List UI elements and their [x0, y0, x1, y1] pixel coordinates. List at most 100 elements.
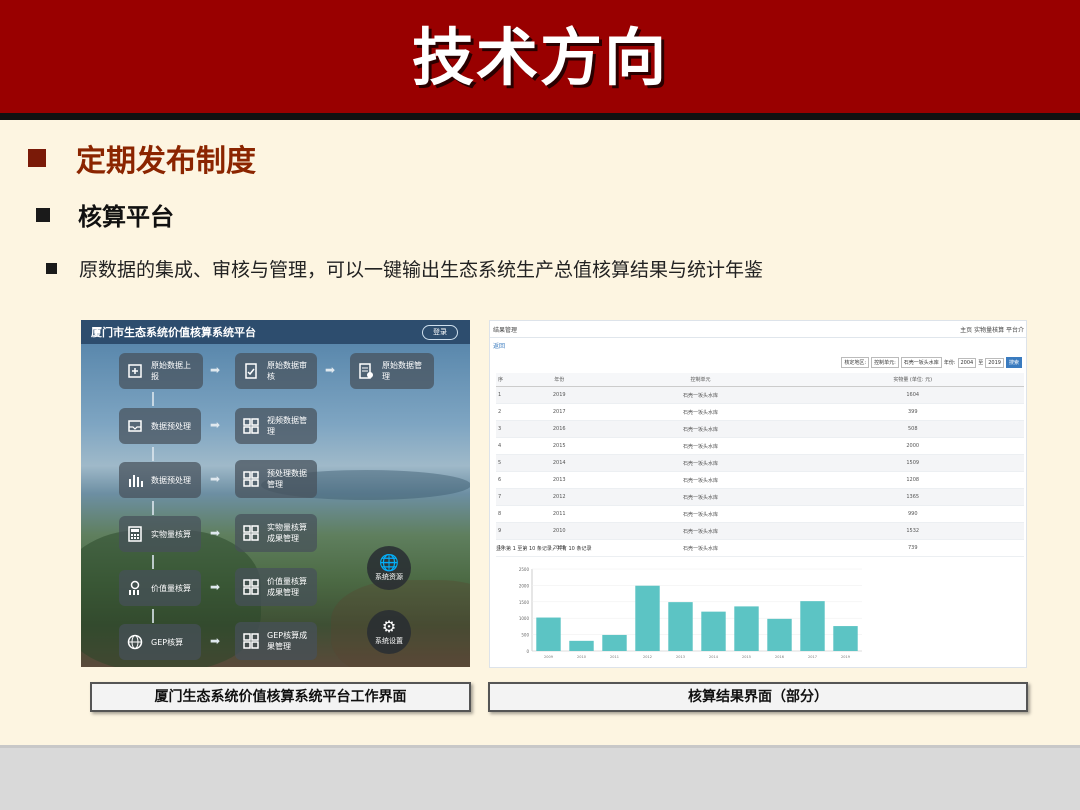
x-tick-label: 2009 — [544, 655, 553, 659]
module-label: 原始数据审核 — [267, 361, 307, 381]
module-label: 价值量核算成果管理 — [267, 577, 307, 597]
bar — [602, 634, 627, 651]
bar — [668, 602, 693, 651]
login-button[interactable]: 登录 — [422, 325, 458, 340]
bar — [569, 640, 594, 651]
y-tick-label: 2500 — [519, 567, 530, 572]
col-physical[interactable]: 实物量 (单位: 元) — [801, 373, 1024, 387]
table-cell: 2019 — [519, 386, 600, 404]
x-tick-label: 2017 — [808, 655, 817, 659]
col-unit[interactable]: 控制单元 — [599, 373, 802, 387]
square-bullet-icon — [28, 149, 46, 167]
caption-left: 厦门生态系统价值核算系统平台工作界面 — [90, 682, 471, 712]
document-settings-icon — [356, 361, 376, 381]
module-preprocessed-manage[interactable]: 预处理数据管理 — [235, 460, 317, 498]
table-cell: 石壳一坂头水库 — [599, 488, 802, 506]
table-row[interactable]: 9 2010 石壳一坂头水库 1532 — [496, 522, 1024, 540]
y-tick-label: 1000 — [519, 616, 530, 621]
table-cell: 石壳一坂头水库 — [599, 471, 802, 489]
table-cell: 1532 — [801, 522, 1024, 540]
module-physical-result[interactable]: 实物量核算成果管理 — [235, 514, 317, 552]
filter-year-label: 年份: — [943, 360, 956, 366]
module-gep-result[interactable]: GEP核算成果管理 — [235, 622, 317, 660]
table-cell: 1208 — [801, 471, 1024, 489]
table-cell: 1 — [496, 386, 519, 404]
slide: 技术方向 定期发布制度 核算平台 原数据的集成、审核与管理，可以一键输出生态系统… — [0, 0, 1080, 745]
table-row[interactable]: 4 2015 石壳一坂头水库 2000 — [496, 437, 1024, 455]
bar — [767, 618, 792, 651]
bar — [800, 601, 825, 651]
module-raw-review[interactable]: 原始数据审核 — [235, 353, 317, 389]
x-tick-label: 2010 — [577, 655, 586, 659]
search-button[interactable]: 搜索 — [1005, 357, 1022, 368]
table-cell: 399 — [801, 403, 1024, 421]
filter-region[interactable]: 核定地区: — [841, 357, 870, 368]
table-row[interactable]: 7 2012 石壳一坂头水库 1365 — [496, 488, 1024, 506]
back-link[interactable]: 返回 — [493, 341, 505, 350]
bullet-level1-text: 定期发布制度 — [76, 144, 256, 179]
x-tick-label: 2019 — [841, 655, 850, 659]
table-cell: 石壳一坂头水库 — [599, 386, 802, 404]
module-gep-calc[interactable]: GEP核算 — [119, 624, 201, 660]
system-settings-button[interactable]: ⚙ 系统设置 — [367, 610, 411, 654]
system-resource-button[interactable]: 🌐 系统资源 — [367, 546, 411, 590]
money-bag-icon — [125, 578, 145, 598]
module-value-calc[interactable]: 价值量核算 — [119, 570, 201, 606]
arrow-right-icon: ➡ — [325, 363, 336, 377]
table-cell: 2014 — [519, 454, 600, 472]
arrow-right-icon: ➡ — [210, 580, 221, 594]
square-bullet-icon — [46, 263, 57, 274]
module-visual-data[interactable]: 视频数据管理 — [235, 408, 317, 444]
table-cell: 石壳一坂头水库 — [599, 420, 802, 438]
table-cell: 7 — [496, 488, 519, 506]
module-raw-manage[interactable]: 原始数据管理 — [350, 353, 434, 389]
x-tick-label: 2011 — [610, 655, 619, 659]
review-icon — [241, 361, 261, 381]
globe-icon — [125, 632, 145, 652]
module-data-prep[interactable]: 数据预处理 — [119, 408, 201, 444]
title-bar: 技术方向 — [0, 0, 1080, 113]
result-topbar-nav[interactable]: 主页 实物量核算 平台介 — [960, 325, 1024, 334]
arrow-down — [152, 555, 154, 569]
table-row[interactable]: 1 2019 石壳一坂头水库 1604 — [496, 386, 1024, 404]
table-row[interactable]: 6 2013 石壳一坂头水库 1208 — [496, 471, 1024, 489]
col-index[interactable]: 序 — [496, 373, 519, 387]
filter-year-to[interactable]: 2019 — [985, 357, 1004, 368]
module-physical-calc[interactable]: 实物量核算 — [119, 516, 201, 552]
bar — [701, 611, 726, 651]
grid-icon — [241, 523, 261, 543]
module-label: GEP核算成果管理 — [267, 631, 308, 651]
bullet-level2-text: 核算平台 — [78, 203, 174, 231]
arrow-right-icon: ➡ — [210, 634, 221, 648]
table-row[interactable]: 5 2014 石壳一坂头水库 1509 — [496, 454, 1024, 472]
module-label: 原始数据管理 — [382, 361, 422, 381]
table-cell: 石壳一坂头水库 — [599, 403, 802, 421]
module-value-result[interactable]: 价值量核算成果管理 — [235, 568, 317, 606]
filter-unit-select[interactable]: 石壳一坂头水库 — [900, 357, 942, 368]
table-row[interactable]: 3 2016 石壳一坂头水库 508 — [496, 420, 1024, 438]
arrow-right-icon: ➡ — [210, 526, 221, 540]
table-cell: 2000 — [801, 437, 1024, 455]
y-tick-label: 0 — [526, 649, 529, 654]
module-label: 视频数据管理 — [267, 416, 307, 436]
module-data-preprocess[interactable]: 数据预处理 — [119, 462, 201, 498]
arrow-down — [152, 447, 154, 461]
title-divider — [0, 113, 1080, 120]
calculator-icon — [125, 524, 145, 544]
grid-icon — [241, 416, 261, 436]
table-row[interactable]: 8 2011 石壳一坂头水库 990 — [496, 505, 1024, 523]
bar-chart: 0 500 1000 1500 2000 2500 2009 2010 2011 2012 2013… — [519, 567, 862, 659]
arrow-right-icon: ➡ — [210, 472, 221, 486]
table-row[interactable]: 2 2017 石壳一坂头水库 399 — [496, 403, 1024, 421]
col-year[interactable]: 年份 — [519, 373, 600, 387]
module-label: 实物量核算成果管理 — [267, 523, 307, 543]
platform-topbar: 厦门市生态系统价值核算系统平台 登录 — [81, 320, 470, 344]
table-cell: 8 — [496, 505, 519, 523]
table-cell: 2 — [496, 403, 519, 421]
table-cell: 1509 — [801, 454, 1024, 472]
filter-year-from[interactable]: 2004 — [957, 357, 977, 368]
x-tick-label: 2012 — [643, 655, 652, 659]
bullet-level2: 核算平台 — [36, 197, 174, 232]
table-cell: 石壳一坂头水库 — [599, 437, 802, 455]
module-raw-upload[interactable]: 原始数据上报 — [119, 353, 203, 389]
